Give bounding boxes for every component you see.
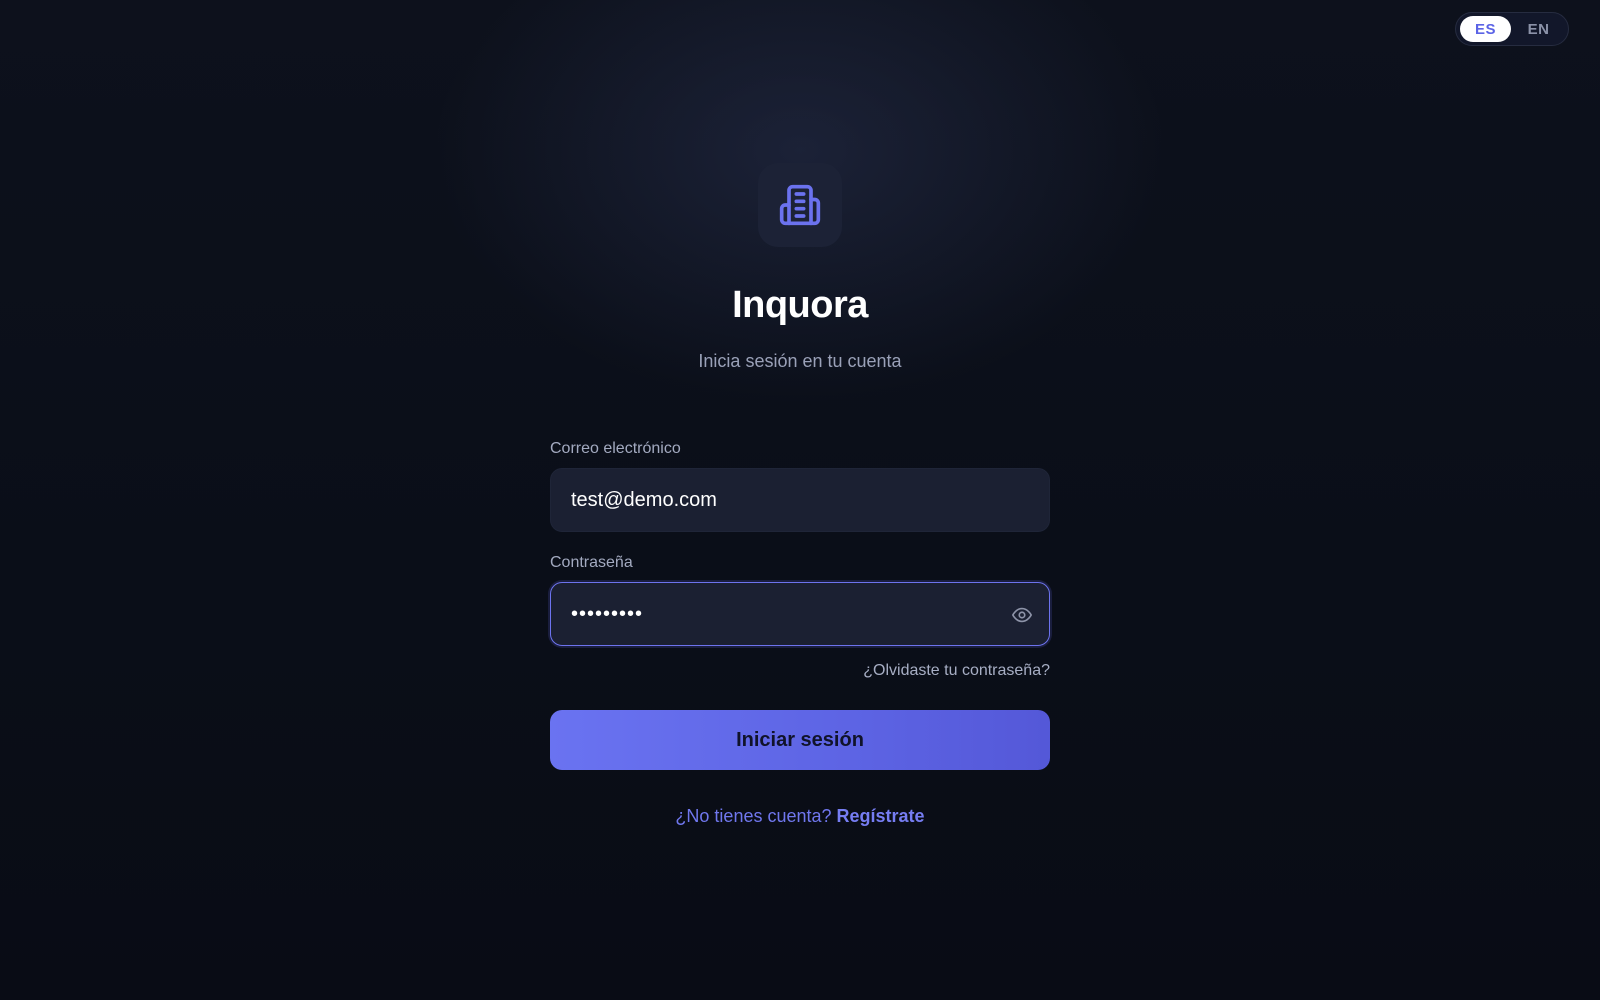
forgot-password-link[interactable]: ¿Olvidaste tu contraseña? xyxy=(863,662,1050,679)
email-field-group: Correo electrónico xyxy=(550,440,1050,532)
login-form: Correo electrónico Contraseña ¿Olvidaste… xyxy=(550,440,1050,827)
language-toggle: ES EN xyxy=(1455,12,1569,46)
forgot-password-row: ¿Olvidaste tu contraseña? xyxy=(550,662,1050,680)
page-title: Inquora xyxy=(732,284,868,326)
password-label: Contraseña xyxy=(550,554,633,571)
eye-icon xyxy=(1012,607,1032,623)
page-subtitle: Inicia sesión en tu cuenta xyxy=(698,351,902,371)
email-input[interactable] xyxy=(551,469,1049,531)
email-input-wrapper xyxy=(550,468,1050,532)
signup-row: ¿No tienes cuenta? Regístrate xyxy=(550,806,1050,827)
app-logo xyxy=(758,163,842,247)
signup-prompt: ¿No tienes cuenta? xyxy=(675,806,837,826)
show-password-button[interactable] xyxy=(1009,602,1035,628)
language-option-es[interactable]: ES xyxy=(1460,16,1511,42)
password-field-group: Contraseña xyxy=(550,554,1050,646)
signup-link[interactable]: Regístrate xyxy=(837,806,925,826)
building-icon xyxy=(779,184,821,226)
language-option-en[interactable]: EN xyxy=(1513,16,1564,42)
email-label: Correo electrónico xyxy=(550,440,681,457)
login-button[interactable]: Iniciar sesión xyxy=(550,710,1050,770)
password-input[interactable] xyxy=(551,583,1049,645)
password-input-wrapper xyxy=(550,582,1050,646)
